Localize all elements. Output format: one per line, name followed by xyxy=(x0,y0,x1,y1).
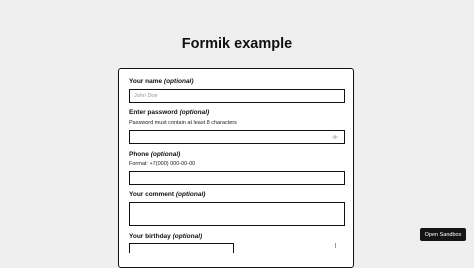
birthday-spinner-icon[interactable] xyxy=(335,243,340,248)
phone-label: Phone (optional) xyxy=(129,151,180,158)
comment-label: Your comment (optional) xyxy=(129,191,205,198)
phone-label-text: Phone xyxy=(129,151,149,158)
password-label-text: Enter password xyxy=(129,109,178,116)
password-label: Enter password (optional) xyxy=(129,109,209,116)
birthday-optional: (optional) xyxy=(172,233,203,240)
phone-optional: (optional) xyxy=(150,151,181,158)
comment-textarea[interactable] xyxy=(129,202,345,226)
name-label-text: Your name xyxy=(129,78,163,85)
name-input[interactable] xyxy=(129,89,345,103)
name-label: Your name (optional) xyxy=(129,78,194,85)
password-input[interactable] xyxy=(129,130,345,144)
birthday-label-text: Your birthday xyxy=(129,233,171,240)
birthday-input[interactable] xyxy=(129,243,234,253)
birthday-label: Your birthday (optional) xyxy=(129,233,202,240)
phone-input[interactable] xyxy=(129,171,345,185)
open-sandbox-button[interactable]: Open Sandbox xyxy=(420,228,466,241)
name-optional: (optional) xyxy=(163,78,194,85)
eye-icon[interactable] xyxy=(332,134,338,140)
phone-hint: Format: +7(000) 000-00-00 xyxy=(129,161,196,167)
comment-optional: (optional) xyxy=(175,191,206,198)
password-optional: (optional) xyxy=(179,109,210,116)
page-title: Formik example xyxy=(181,36,293,52)
password-hint: Password must contain at least 8 charact… xyxy=(129,120,237,126)
comment-label-text: Your comment xyxy=(129,191,175,198)
